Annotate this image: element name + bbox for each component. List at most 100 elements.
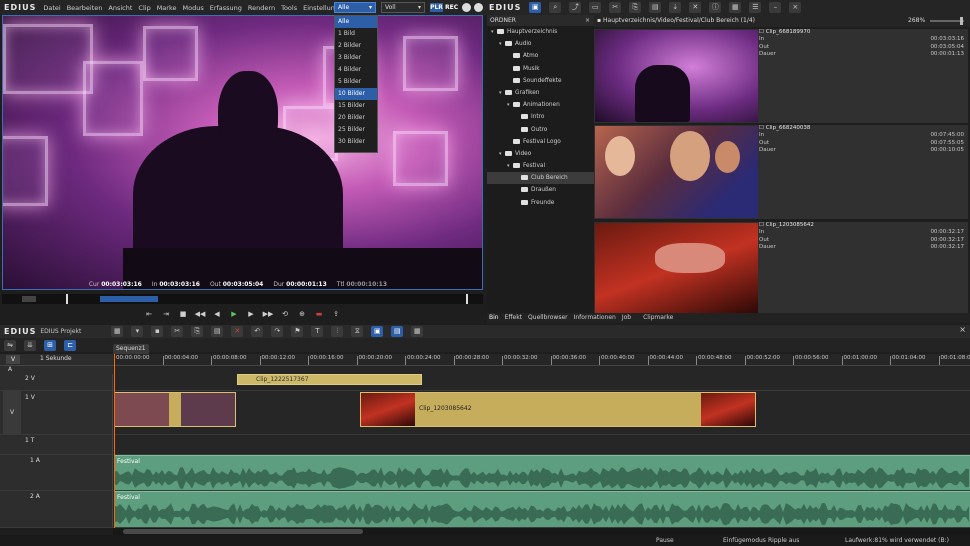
loop-icon[interactable]: ⟲ bbox=[280, 309, 291, 319]
save-icon[interactable]: ▪ bbox=[151, 326, 164, 337]
bin-clip[interactable]: ☐ Clip_668240038 In 00:07:45:00 Out 00:07:… bbox=[594, 125, 968, 219]
zoom-slider[interactable] bbox=[930, 17, 964, 25]
playhead[interactable] bbox=[114, 354, 115, 528]
dropdown-option[interactable]: 20 Bilder bbox=[335, 112, 377, 124]
dropdown-option[interactable]: 5 Bilder bbox=[335, 76, 377, 88]
tab-sequence[interactable]: Sequenz1 bbox=[113, 344, 149, 354]
checkbox-icon[interactable]: ☐ bbox=[759, 125, 764, 131]
folder-view-icon[interactable]: ▣ bbox=[529, 2, 542, 13]
folder-item[interactable]: ▾ Audio bbox=[487, 38, 594, 50]
tab-job[interactable]: Job bbox=[622, 313, 631, 323]
up-folder-icon[interactable]: ⤴ bbox=[569, 2, 582, 13]
dropdown-option[interactable]: 1 Bild bbox=[335, 28, 377, 40]
folder-item[interactable]: ▾ Festival bbox=[487, 160, 594, 172]
dropdown-option[interactable]: 25 Bilder bbox=[335, 124, 377, 136]
overwrite-icon[interactable]: ▬ bbox=[314, 309, 325, 319]
menu-rendern[interactable]: Rendern bbox=[245, 4, 278, 12]
track-patch[interactable]: V bbox=[3, 391, 21, 435]
dropdown-option[interactable]: Alle bbox=[335, 16, 377, 28]
cut-icon[interactable]: ✂ bbox=[609, 2, 622, 13]
bin-clip[interactable]: ☐ Clip_1203085642 In 00:00:32:17 Out 00:00… bbox=[594, 222, 968, 316]
timeline-clip[interactable]: Clip_1222517367 bbox=[237, 374, 422, 385]
paste-icon[interactable]: ▤ bbox=[649, 2, 662, 13]
dropdown-option[interactable]: 2 Bilder bbox=[335, 40, 377, 52]
marker-icon[interactable]: ⚑ bbox=[291, 326, 304, 337]
menu-marke[interactable]: Marke bbox=[154, 4, 180, 12]
folder-item[interactable]: Outro bbox=[487, 124, 594, 136]
timeline-clip[interactable] bbox=[114, 392, 236, 427]
open-icon[interactable]: ▾ bbox=[131, 326, 144, 337]
folder-item[interactable]: ▾ Video bbox=[487, 148, 594, 160]
fast-forward-icon[interactable]: ▶▶ bbox=[263, 309, 274, 319]
folder-item[interactable]: Soundeffekte bbox=[487, 75, 594, 87]
properties-icon[interactable]: ⓘ bbox=[709, 2, 722, 13]
snap-icon[interactable]: ▣ bbox=[371, 326, 384, 337]
menu-modus[interactable]: Modus bbox=[180, 4, 207, 12]
frame-select[interactable]: Alle ▾ bbox=[334, 2, 376, 13]
tab-clipmarke[interactable]: Clipmarke bbox=[643, 313, 673, 323]
folder-item[interactable]: Atmo bbox=[487, 50, 594, 62]
folder-item[interactable]: ▾ Grafiken bbox=[487, 87, 594, 99]
set-in-icon[interactable]: ⇤ bbox=[144, 309, 155, 319]
close-icon[interactable]: × bbox=[585, 15, 590, 26]
stop-icon[interactable]: ■ bbox=[178, 309, 189, 319]
step-back-icon[interactable]: ◀ bbox=[212, 309, 223, 319]
folder-item[interactable]: Club Bereich bbox=[487, 172, 594, 185]
minimize-icon[interactable]: – bbox=[769, 2, 782, 13]
close-icon[interactable]: × bbox=[789, 2, 802, 13]
copy-icon[interactable]: ⎘ bbox=[191, 326, 204, 337]
dropdown-option[interactable]: 4 Bilder bbox=[335, 64, 377, 76]
text-icon[interactable]: T bbox=[311, 326, 324, 337]
folder-item[interactable]: Musik bbox=[487, 63, 594, 75]
link-icon[interactable]: ⇋ bbox=[4, 339, 16, 351]
play-icon[interactable]: ▶ bbox=[229, 309, 240, 319]
minimize-icon[interactable] bbox=[462, 3, 471, 12]
timescale-label[interactable]: 1 Sekunde bbox=[40, 355, 72, 362]
track-body[interactable]: Clip_1203085642 bbox=[113, 391, 970, 434]
tab-bin[interactable]: Bin bbox=[489, 313, 499, 323]
menu-clip[interactable]: Clip bbox=[135, 4, 153, 12]
undo-icon[interactable]: ↶ bbox=[251, 326, 264, 337]
audio-clip[interactable]: Festival bbox=[114, 491, 970, 527]
set-out-icon[interactable]: ⇥ bbox=[161, 309, 172, 319]
track-body[interactable]: Festival bbox=[113, 491, 970, 527]
rewind-icon[interactable]: ◀◀ bbox=[195, 309, 206, 319]
quality-select[interactable]: Voll ▾ bbox=[381, 2, 425, 13]
checkbox-icon[interactable]: ☐ bbox=[759, 222, 764, 228]
close-circle-icon[interactable] bbox=[474, 3, 483, 12]
ripple-icon[interactable]: ▤ bbox=[391, 326, 404, 337]
new-folder-icon[interactable]: ▭ bbox=[589, 2, 602, 13]
checkbox-icon[interactable]: ☐ bbox=[759, 29, 764, 35]
menu-ansicht[interactable]: Ansicht bbox=[105, 4, 135, 12]
rec-button[interactable]: REC bbox=[445, 3, 459, 12]
export-icon[interactable]: ⇪ bbox=[331, 309, 342, 319]
bin-clip[interactable]: ☐ Clip_668189970 In 00:03:03:16 Out 00:03:… bbox=[594, 29, 968, 123]
track-body[interactable]: Clip_1222517367 bbox=[113, 374, 970, 390]
timeline-clip[interactable]: Clip_1203085642 bbox=[360, 392, 756, 427]
copy-icon[interactable]: ⎘ bbox=[629, 2, 642, 13]
video-toggle[interactable]: V bbox=[6, 355, 20, 364]
tab-informationen[interactable]: Informationen bbox=[574, 313, 616, 323]
folder-item[interactable]: ▾ Animationen bbox=[487, 99, 594, 111]
audio-clip[interactable]: Festival bbox=[114, 455, 970, 490]
insert-icon[interactable]: ⊕ bbox=[297, 309, 308, 319]
folder-item[interactable]: Freunde bbox=[487, 197, 594, 209]
delete-icon[interactable]: ✕ bbox=[689, 2, 702, 13]
track-body[interactable]: Festival bbox=[113, 455, 970, 490]
folder-item[interactable]: Draußen bbox=[487, 184, 594, 196]
folder-item[interactable]: ▾ Hauptverzeichnis bbox=[487, 26, 594, 38]
group-icon[interactable]: ⇊ bbox=[24, 339, 36, 351]
add-to-timeline-icon[interactable]: ⇣ bbox=[669, 2, 682, 13]
plr-button[interactable]: PLR bbox=[430, 3, 443, 12]
sync-icon[interactable]: ⊞ bbox=[44, 339, 56, 351]
dropdown-option[interactable]: 15 Bilder bbox=[335, 100, 377, 112]
new-sequence-icon[interactable]: ▦ bbox=[111, 326, 124, 337]
menu-tools[interactable]: Tools bbox=[278, 4, 300, 12]
folder-item[interactable]: Festival Logo bbox=[487, 136, 594, 148]
render-icon[interactable]: ▦ bbox=[411, 326, 424, 337]
redo-icon[interactable]: ↷ bbox=[271, 326, 284, 337]
edit-mode-icon[interactable]: ⊏ bbox=[64, 339, 76, 351]
track-body[interactable] bbox=[113, 435, 970, 454]
close-icon[interactable]: × bbox=[959, 325, 966, 334]
transition-icon[interactable]: ⧖ bbox=[351, 326, 364, 337]
